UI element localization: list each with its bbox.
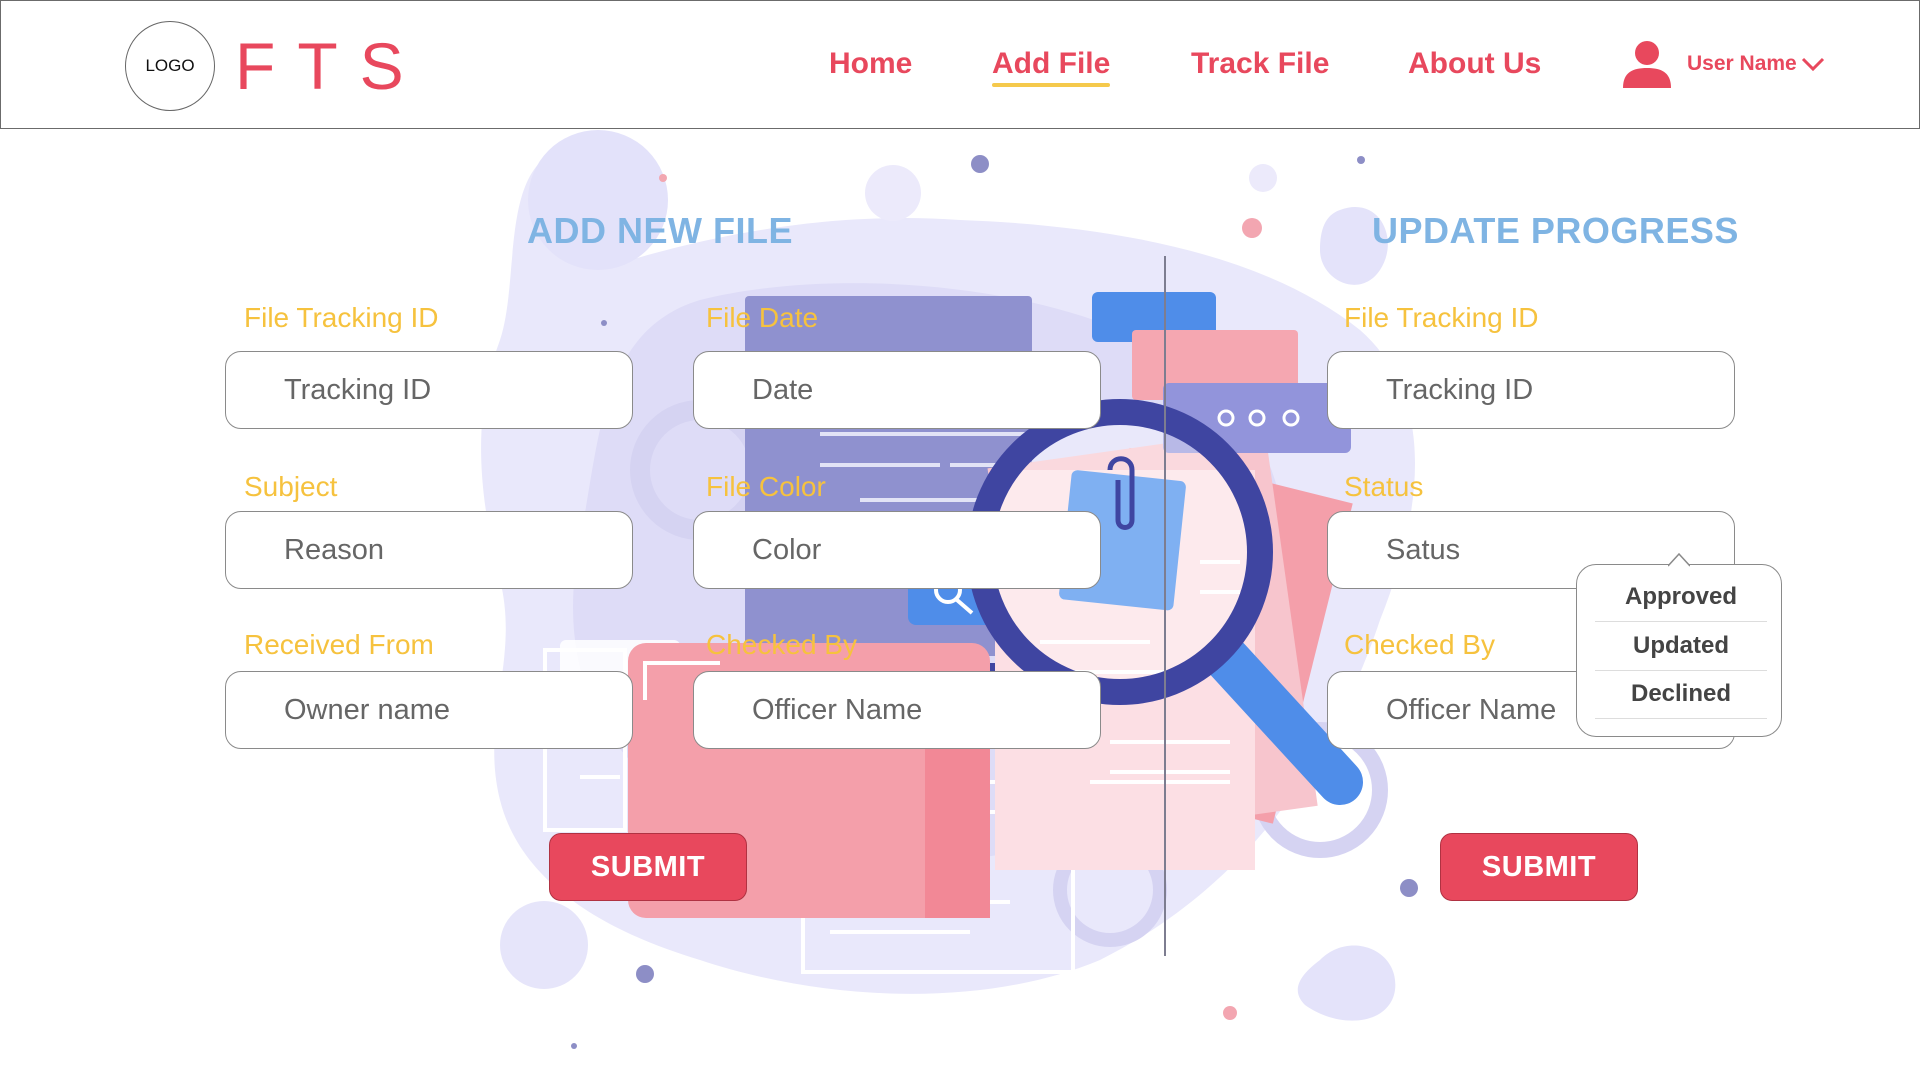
dropdown-caret-icon <box>1668 552 1690 572</box>
logo[interactable]: LOGO <box>125 21 215 111</box>
received-from-label: Received From <box>244 629 434 660</box>
nav-about-us[interactable]: About Us <box>1408 45 1541 83</box>
section-divider <box>1164 256 1166 956</box>
add-file-title: ADD NEW FILE <box>527 210 793 251</box>
brand-name[interactable]: FTS <box>235 23 426 109</box>
tracking-id-label: File Tracking ID <box>244 302 439 333</box>
update-tracking-id-input[interactable] <box>1327 351 1735 429</box>
user-name: User Name <box>1687 52 1797 75</box>
file-date-input[interactable] <box>693 351 1101 429</box>
status-option-declined[interactable]: Declined <box>1595 680 1767 719</box>
update-progress-submit-button[interactable]: SUBMIT <box>1440 833 1638 901</box>
file-color-input[interactable] <box>693 511 1101 589</box>
update-tracking-id-label: File Tracking ID <box>1344 302 1539 333</box>
update-checked-by-label: Checked By <box>1344 629 1495 660</box>
add-file-submit-button[interactable]: SUBMIT <box>549 833 747 901</box>
nav-add-file[interactable]: Add File <box>992 45 1111 87</box>
nav-track-file[interactable]: Track File <box>1191 45 1329 83</box>
checked-by-label: Checked By <box>706 629 857 660</box>
status-option-approved[interactable]: Approved <box>1595 583 1767 622</box>
top-navbar: LOGO FTS Home Add File Track File About … <box>0 0 1920 129</box>
status-label: Status <box>1344 471 1424 502</box>
status-option-updated[interactable]: Updated <box>1595 632 1767 671</box>
nav-home[interactable]: Home <box>829 45 912 83</box>
chevron-down-icon[interactable] <box>1801 56 1825 72</box>
file-date-label: File Date <box>706 302 819 333</box>
checked-by-input[interactable] <box>693 671 1101 749</box>
file-color-label: File Color <box>706 471 826 502</box>
received-from-input[interactable] <box>225 671 633 749</box>
user-icon <box>1623 41 1671 88</box>
subject-input[interactable] <box>225 511 633 589</box>
subject-label: Subject <box>244 471 338 502</box>
tracking-id-input[interactable] <box>225 351 633 429</box>
user-menu[interactable]: User Name <box>1621 39 1825 89</box>
status-dropdown-menu: Approved Updated Declined <box>1576 564 1782 737</box>
update-progress-title: UPDATE PROGRESS <box>1372 210 1739 251</box>
